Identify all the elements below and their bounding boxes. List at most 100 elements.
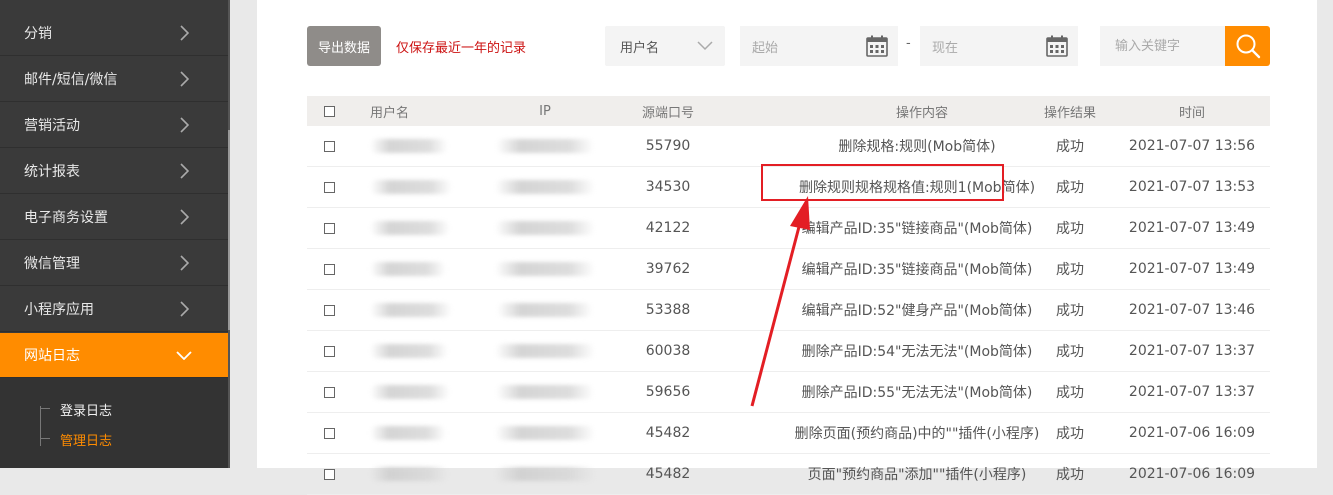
sidebar-scrollbar-thumb[interactable] <box>228 130 230 330</box>
port-cell: 59656 <box>645 384 691 400</box>
time-cell: 2021-07-07 13:37 <box>1128 343 1256 359</box>
table-header: 用户名 IP 源端口号 操作内容 操作结果 时间 <box>307 96 1270 126</box>
chevron-right-icon <box>176 163 192 179</box>
redacted-ip <box>495 372 595 412</box>
time-cell: 2021-07-07 13:56 <box>1128 138 1256 154</box>
column-header-port: 源端口号 <box>641 105 694 121</box>
column-header-time: 时间 <box>1178 105 1205 121</box>
port-cell: 60038 <box>645 343 691 359</box>
table-row: 59656 删除产品ID:55"无法无法"(Mob简体) 成功 2021-07-… <box>307 372 1270 413</box>
row-checkbox[interactable] <box>324 222 335 234</box>
sidebar-item-label: 邮件/短信/微信 <box>24 72 118 88</box>
redacted-username <box>370 249 446 289</box>
row-checkbox[interactable] <box>324 468 335 480</box>
sidebar-subitem-login-logs[interactable]: 登录日志 <box>60 400 112 419</box>
row-checkbox[interactable] <box>324 181 335 193</box>
result-cell: 成功 <box>1056 426 1084 442</box>
submenu-tree-line <box>40 406 41 446</box>
table-row: 60038 删除产品ID:54"无法无法"(Mob简体) 成功 2021-07-… <box>307 331 1270 372</box>
table-row: 42122 编辑产品ID:35"链接商品"(Mob简体) 成功 2021-07-… <box>307 208 1270 249</box>
result-cell: 成功 <box>1056 221 1084 237</box>
port-cell: 34530 <box>645 179 691 195</box>
port-cell: 55790 <box>645 138 691 154</box>
admin-log-table: 用户名 IP 源端口号 操作内容 操作结果 时间 55790 删除规格:规则(M… <box>307 96 1270 495</box>
filter-field-value: 用户名 <box>620 40 660 56</box>
row-checkbox[interactable] <box>324 304 335 316</box>
result-cell: 成功 <box>1056 139 1084 155</box>
table-row: 45482 删除页面(预约商品)中的""插件(小程序) 成功 2021-07-0… <box>307 413 1270 454</box>
redacted-username <box>370 290 452 330</box>
submenu-tree-tick <box>40 408 50 409</box>
port-cell: 45482 <box>645 425 691 441</box>
filter-field-select[interactable]: 用户名 <box>605 26 725 66</box>
sidebar-item-label: 分销 <box>24 26 52 42</box>
redacted-ip <box>495 454 595 494</box>
sidebar-subitem-admin-logs[interactable]: 管理日志 <box>60 430 112 449</box>
redacted-username <box>370 208 450 248</box>
search-button[interactable] <box>1225 26 1270 66</box>
calendar-icon[interactable] <box>866 35 888 61</box>
retention-notice: 仅保存最近一年的记录 <box>396 41 527 56</box>
result-cell: 成功 <box>1056 303 1084 319</box>
chevron-down-icon <box>697 39 713 55</box>
sidebar-item-distribution[interactable]: 分销 <box>0 11 228 56</box>
sidebar-item-label: 微信管理 <box>24 256 80 272</box>
row-checkbox[interactable] <box>324 427 335 439</box>
annotation-highlight-box <box>761 164 1004 201</box>
sidebar-item-label: 小程序应用 <box>24 302 94 318</box>
chevron-right-icon <box>176 301 192 317</box>
redacted-username <box>370 372 450 412</box>
redacted-ip <box>495 126 595 166</box>
export-data-button[interactable]: 导出数据 <box>307 26 381 66</box>
row-checkbox[interactable] <box>324 140 335 152</box>
sidebar-item-site-logs[interactable]: 网站日志 <box>0 333 228 378</box>
time-cell: 2021-07-07 13:53 <box>1128 179 1256 195</box>
redacted-username <box>370 331 448 371</box>
sidebar: 分销 邮件/短信/微信 营销活动 统计报表 电子商务设置 微信管理 小程序应用 … <box>0 0 230 468</box>
chevron-right-icon <box>176 255 192 271</box>
port-cell: 53388 <box>645 302 691 318</box>
row-checkbox[interactable] <box>324 345 335 357</box>
sidebar-item-messages[interactable]: 邮件/短信/微信 <box>0 57 228 102</box>
table-row: 39762 编辑产品ID:35"链接商品"(Mob简体) 成功 2021-07-… <box>307 249 1270 290</box>
redacted-username <box>370 126 448 166</box>
sidebar-item-wechat[interactable]: 微信管理 <box>0 241 228 286</box>
time-cell: 2021-07-06 16:09 <box>1128 425 1256 441</box>
redacted-ip <box>495 290 595 330</box>
sidebar-item-marketing[interactable]: 营销活动 <box>0 103 228 148</box>
row-checkbox[interactable] <box>324 386 335 398</box>
sidebar-item-label: 营销活动 <box>24 118 80 134</box>
column-header-ip: IP <box>539 103 551 119</box>
result-cell: 成功 <box>1056 262 1084 278</box>
sidebar-item-reports[interactable]: 统计报表 <box>0 149 228 194</box>
result-cell: 成功 <box>1056 467 1084 483</box>
time-cell: 2021-07-07 13:49 <box>1128 220 1256 236</box>
row-checkbox[interactable] <box>324 263 335 275</box>
redacted-username <box>370 413 446 453</box>
result-cell: 成功 <box>1056 344 1084 360</box>
redacted-ip <box>495 413 595 453</box>
redacted-ip <box>495 167 595 207</box>
column-header-result: 操作结果 <box>1043 105 1096 121</box>
chevron-down-icon <box>176 347 192 363</box>
sidebar-item-ecommerce-settings[interactable]: 电子商务设置 <box>0 195 228 240</box>
chevron-right-icon <box>176 71 192 87</box>
calendar-icon[interactable] <box>1046 35 1068 61</box>
table-row: 55790 删除规格:规则(Mob简体) 成功 2021-07-07 13:56 <box>307 126 1270 167</box>
submenu-tree-tick <box>40 438 50 439</box>
keyword-search-input[interactable] <box>1100 26 1225 66</box>
time-cell: 2021-07-06 16:09 <box>1128 466 1256 482</box>
sidebar-item-miniprogram[interactable]: 小程序应用 <box>0 287 228 332</box>
end-date-placeholder: 现在 <box>932 40 959 56</box>
start-date-input[interactable]: 起始 <box>740 26 898 66</box>
select-all-checkbox[interactable] <box>324 105 335 117</box>
date-range-separator: - <box>906 36 911 51</box>
time-cell: 2021-07-07 13:49 <box>1128 261 1256 277</box>
main-panel: 导出数据 仅保存最近一年的记录 用户名 起始 - 现在 输入关键字 用户名 IP… <box>257 0 1317 495</box>
table-row: 53388 编辑产品ID:52"健身产品"(Mob简体) 成功 2021-07-… <box>307 290 1270 331</box>
sidebar-item-label: 电子商务设置 <box>24 210 108 226</box>
start-date-placeholder: 起始 <box>752 40 779 56</box>
table-row: 45482 页面"预约商品"添加""插件(小程序) 成功 2021-07-06 … <box>307 454 1270 495</box>
end-date-input[interactable]: 现在 <box>920 26 1078 66</box>
select-all-cell <box>324 96 335 126</box>
